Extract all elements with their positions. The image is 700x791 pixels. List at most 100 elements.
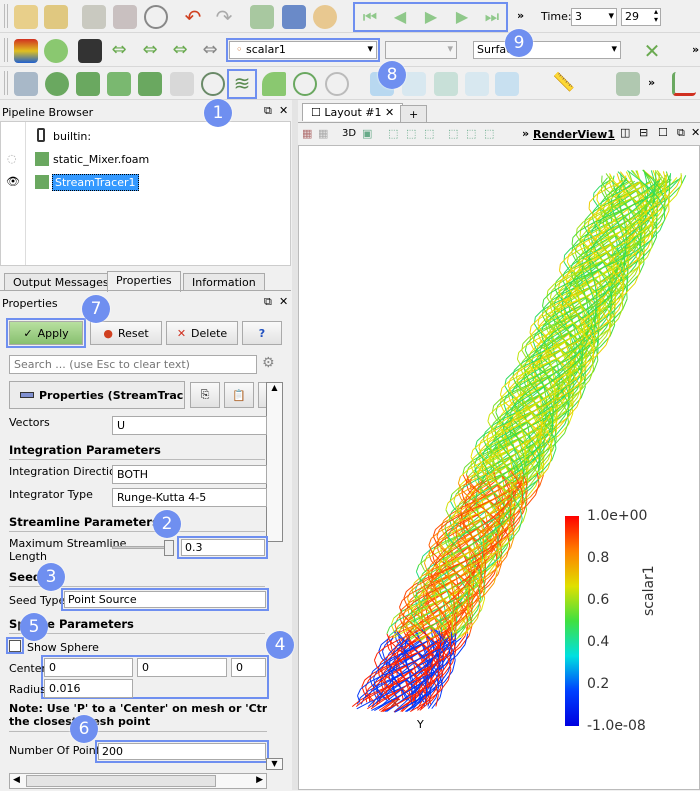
center-z-input[interactable]: 0: [231, 658, 266, 677]
toolbar-grip[interactable]: [4, 4, 8, 28]
select-icon[interactable]: [282, 5, 306, 29]
polygon-select-icon[interactable]: ⬚: [466, 127, 476, 140]
vertical-scrollbar[interactable]: ▼: [266, 758, 283, 770]
float-icon[interactable]: ⧉: [264, 104, 272, 118]
warp-icon[interactable]: [262, 72, 286, 96]
toolbar-grip[interactable]: [4, 71, 8, 95]
paste-button[interactable]: 📋: [224, 382, 254, 408]
pipeline-item-static-mixer[interactable]: static_Mixer.foam: [53, 153, 149, 166]
eye-visible-icon[interactable]: 👁: [6, 175, 20, 188]
reset-button[interactable]: ●Reset: [90, 321, 162, 345]
more-chevron[interactable]: »: [522, 127, 529, 140]
tab-layout-1[interactable]: ☐ Layout #1 ✕: [302, 103, 403, 121]
split-vertical-icon[interactable]: ⊟: [639, 126, 648, 139]
clear-selection-icon[interactable]: ⬚: [484, 127, 494, 140]
rescale-temporal-icon[interactable]: ⇔: [168, 39, 192, 63]
calculator-icon[interactable]: [14, 72, 38, 96]
extract-subset-icon[interactable]: [170, 72, 194, 96]
split-horizontal-icon[interactable]: ◫: [620, 126, 630, 139]
render-view[interactable]: 1.0e+00 0.8 0.6 0.4 0.2 -1.0e-08 scalar1…: [298, 145, 700, 790]
radius-input[interactable]: 0.016: [44, 679, 133, 698]
copy-button[interactable]: ⎘: [190, 382, 220, 408]
rescale-custom-c-icon[interactable]: ⇔: [138, 39, 162, 63]
reset-range-icon[interactable]: [78, 39, 102, 63]
component-select[interactable]: ▾: [385, 41, 457, 59]
scroll-right-icon[interactable]: ▶: [256, 775, 263, 785]
previous-frame-icon[interactable]: ◀: [390, 8, 410, 26]
tab-add-layout[interactable]: +: [400, 105, 427, 123]
scroll-left-icon[interactable]: ◀: [13, 775, 20, 785]
pipeline-item-stream-tracer[interactable]: StreamTracer1: [52, 174, 139, 191]
contour-icon[interactable]: [45, 72, 69, 96]
probe-icon[interactable]: [495, 72, 519, 96]
connect-server-icon[interactable]: [82, 5, 106, 29]
more-chevron[interactable]: »: [517, 9, 524, 22]
representation-select[interactable]: Surface▾: [473, 41, 621, 59]
eye-hidden-icon[interactable]: ◌: [7, 152, 17, 165]
time-select[interactable]: 3▾: [571, 8, 617, 26]
inner-scrollbar[interactable]: ▲: [266, 382, 283, 542]
maximize-icon[interactable]: ☐: [658, 126, 668, 139]
integrator-type-select[interactable]: Runge-Kutta 4-5: [112, 488, 267, 507]
more-chevron[interactable]: »: [692, 43, 699, 56]
pipeline-item-builtin[interactable]: builtin:: [53, 130, 91, 143]
toggle-3d-button[interactable]: 3D: [342, 128, 356, 139]
tab-output-messages[interactable]: Output Messages: [4, 273, 118, 291]
center-x-input[interactable]: 0: [44, 658, 133, 677]
capture-icon[interactable]: ▣: [362, 127, 372, 140]
scroll-thumb[interactable]: [26, 775, 216, 787]
seed-type-select[interactable]: Point Source: [64, 591, 266, 608]
float-icon[interactable]: ⧉: [264, 295, 272, 309]
interactive-select-icon[interactable]: ⬚: [448, 127, 458, 140]
max-length-input[interactable]: 0.3: [181, 539, 265, 556]
max-length-slider[interactable]: [112, 546, 172, 549]
threshold-icon[interactable]: [138, 72, 162, 96]
slice-icon[interactable]: [107, 72, 131, 96]
integration-direction-select[interactable]: BOTH: [112, 465, 267, 484]
play-icon[interactable]: ▶: [421, 8, 441, 26]
load-state-icon[interactable]: [44, 5, 68, 29]
histogram-icon[interactable]: [434, 72, 458, 96]
close-icon[interactable]: ✕: [381, 106, 394, 119]
group-datasets-icon[interactable]: [293, 72, 317, 96]
slider-handle[interactable]: [164, 540, 174, 556]
ruler-icon[interactable]: 📏: [552, 72, 576, 96]
delete-button[interactable]: ✕Delete: [166, 321, 238, 345]
close-icon[interactable]: ✕: [279, 104, 288, 117]
vectors-select[interactable]: U: [112, 416, 267, 435]
center-y-input[interactable]: 0: [137, 658, 227, 677]
close-icon[interactable]: ✕: [691, 126, 700, 139]
close-icon[interactable]: ✕: [279, 295, 288, 308]
undo-icon[interactable]: ↶: [181, 5, 205, 29]
select-points-icon[interactable]: ⬚: [406, 127, 416, 140]
search-input[interactable]: [9, 355, 257, 374]
color-legend-icon[interactable]: [14, 39, 38, 63]
reset-session-icon[interactable]: [144, 5, 168, 29]
select-cells-icon[interactable]: ⬚: [388, 127, 398, 140]
apply-button[interactable]: ✓Apply: [9, 321, 83, 345]
help-button[interactable]: ?: [242, 321, 282, 345]
first-frame-icon[interactable]: ⏮: [360, 8, 380, 26]
array-select[interactable]: ◦ scalar1▾: [229, 41, 377, 59]
open-folder-icon[interactable]: [14, 5, 38, 29]
last-frame-icon[interactable]: ⏭: [482, 8, 502, 26]
camera-icon[interactable]: [250, 5, 274, 29]
tab-information[interactable]: Information: [183, 273, 265, 291]
horizontal-scrollbar[interactable]: ◀ ▶: [9, 773, 267, 789]
palette-icon[interactable]: [313, 5, 337, 29]
stream-tracer-icon[interactable]: ≋: [230, 72, 254, 96]
reset-camera-icon[interactable]: ✕: [640, 39, 664, 63]
macro-icon[interactable]: [616, 72, 640, 96]
clip-icon[interactable]: [76, 72, 100, 96]
reset-camera-icon[interactable]: ▦: [302, 127, 312, 140]
toolbar-grip[interactable]: [4, 38, 8, 62]
select-frustum-icon[interactable]: ⬚: [424, 127, 434, 140]
properties-section-header[interactable]: Properties (StreamTrac: [9, 381, 185, 409]
extract-level-icon[interactable]: [325, 72, 349, 96]
more-chevron[interactable]: »: [648, 76, 655, 89]
edit-colormap-icon[interactable]: [44, 39, 68, 63]
number-of-points-input[interactable]: 200: [98, 743, 266, 760]
float-icon[interactable]: ⧉: [677, 126, 685, 140]
axes-icon[interactable]: [672, 72, 696, 96]
disconnect-server-icon[interactable]: [113, 5, 137, 29]
